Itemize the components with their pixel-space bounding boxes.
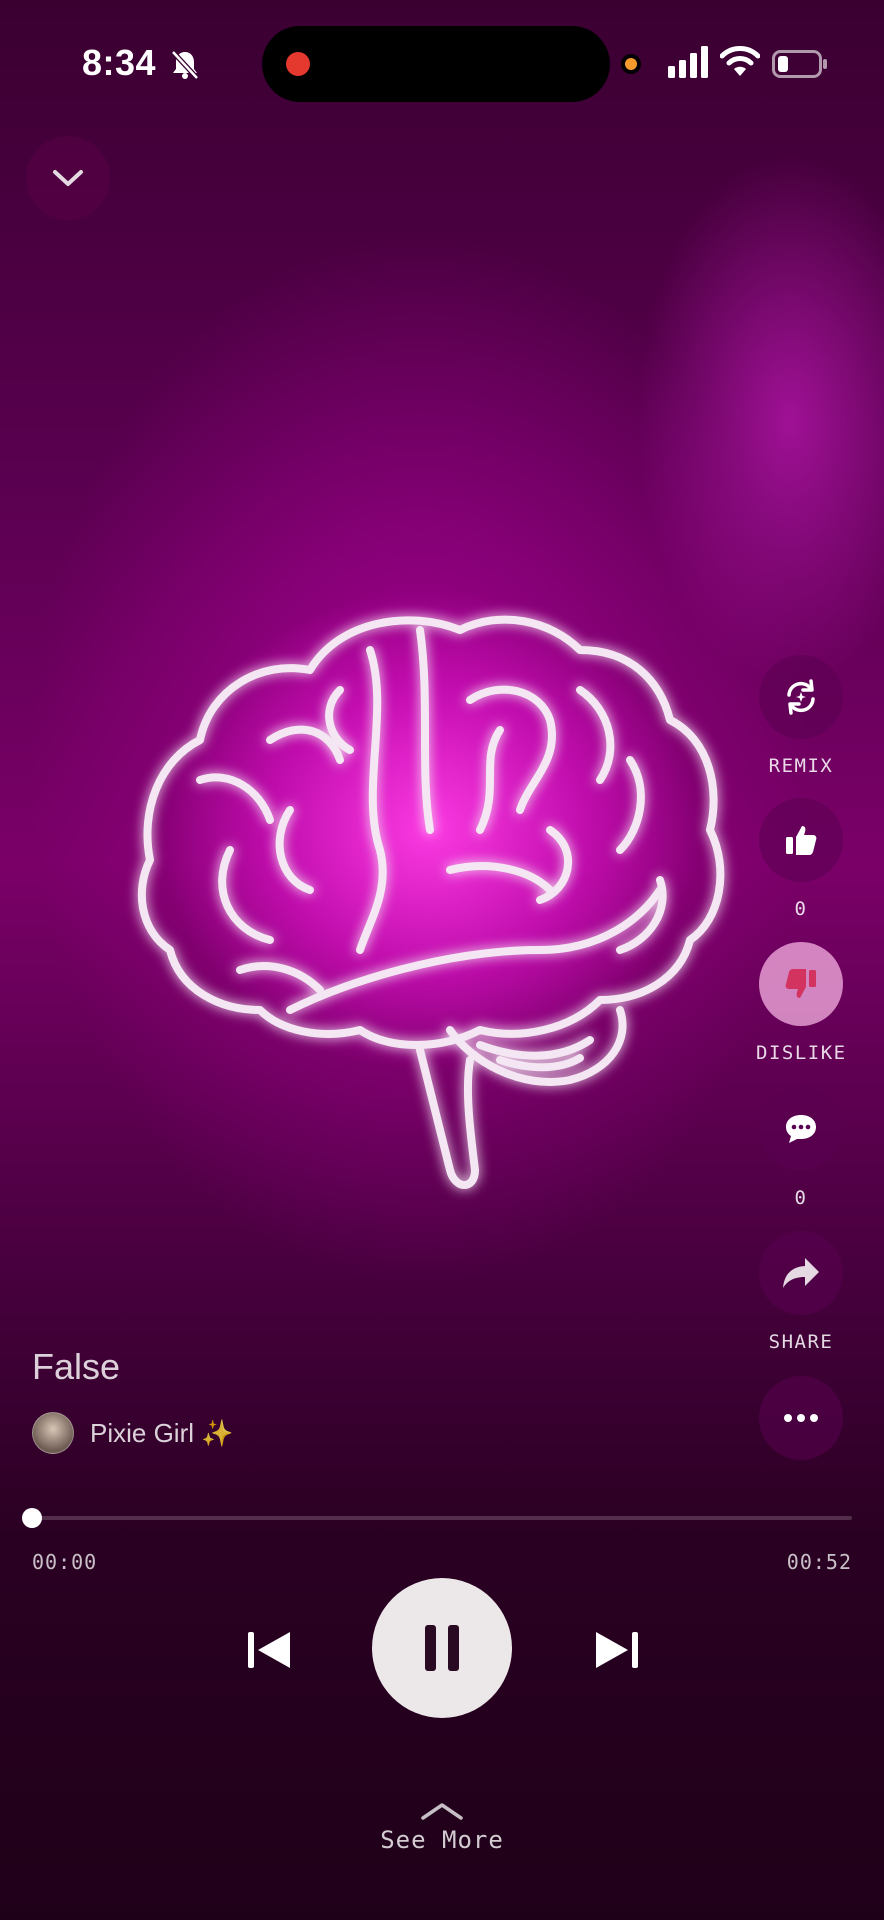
dislike-button[interactable]: DISLIKE xyxy=(756,942,846,1064)
like-count: 0 xyxy=(794,898,808,920)
share-circle[interactable] xyxy=(759,1231,843,1315)
skip-next-icon[interactable] xyxy=(592,1625,642,1675)
skip-previous-icon[interactable] xyxy=(244,1625,294,1675)
thumbs-up-icon xyxy=(786,826,817,855)
like-circle[interactable] xyxy=(759,798,843,882)
share-icon xyxy=(783,1258,819,1288)
artist-row[interactable]: Pixie Girl ✨ xyxy=(32,1412,234,1454)
status-bar: 8:34 xyxy=(0,0,884,130)
comment-count: 0 xyxy=(794,1187,808,1209)
more-icon xyxy=(784,1414,818,1422)
more-circle[interactable] xyxy=(759,1376,843,1460)
brain-artwork xyxy=(137,615,725,1189)
avatar[interactable] xyxy=(32,1412,74,1454)
artist-name[interactable]: Pixie Girl ✨ xyxy=(90,1418,234,1449)
remix-icon xyxy=(787,679,815,715)
chevron-down-icon xyxy=(53,170,83,186)
song-title[interactable]: False xyxy=(32,1346,120,1388)
battery-icon xyxy=(772,50,827,78)
wifi-icon xyxy=(720,46,760,76)
dynamic-island xyxy=(262,26,610,102)
bell-slash-icon xyxy=(171,50,199,80)
dislike-circle[interactable] xyxy=(759,942,843,1026)
share-button[interactable]: SHARE xyxy=(756,1231,846,1353)
signal-icon xyxy=(668,46,708,78)
comment-circle[interactable] xyxy=(759,1087,843,1171)
track-duration: 00:52 xyxy=(786,1550,852,1574)
see-more-button[interactable]: See More xyxy=(0,1800,884,1854)
like-button[interactable]: 0 xyxy=(756,798,846,920)
remix-circle[interactable] xyxy=(759,655,843,739)
elapsed-time: 00:00 xyxy=(32,1550,98,1574)
pause-button[interactable] xyxy=(372,1578,512,1718)
comment-button[interactable]: 0 xyxy=(756,1087,846,1209)
dislike-label: DISLIKE xyxy=(756,1042,847,1064)
thumbs-down-icon xyxy=(785,969,816,998)
comment-icon xyxy=(786,1115,816,1143)
remix-button[interactable]: REMIX xyxy=(756,655,846,777)
progress-bar[interactable] xyxy=(32,1516,852,1520)
progress-handle[interactable] xyxy=(22,1508,42,1528)
see-more-label: See More xyxy=(380,1826,504,1854)
chevron-up-icon xyxy=(421,1803,463,1820)
more-options-button[interactable] xyxy=(756,1376,846,1460)
recording-indicator-icon xyxy=(286,52,310,76)
remix-label: REMIX xyxy=(768,755,834,777)
collapse-button[interactable] xyxy=(26,136,110,220)
status-time: 8:34 xyxy=(82,42,157,83)
privacy-indicator-icon xyxy=(625,58,637,70)
pause-icon xyxy=(425,1625,459,1671)
share-label: SHARE xyxy=(768,1331,834,1353)
